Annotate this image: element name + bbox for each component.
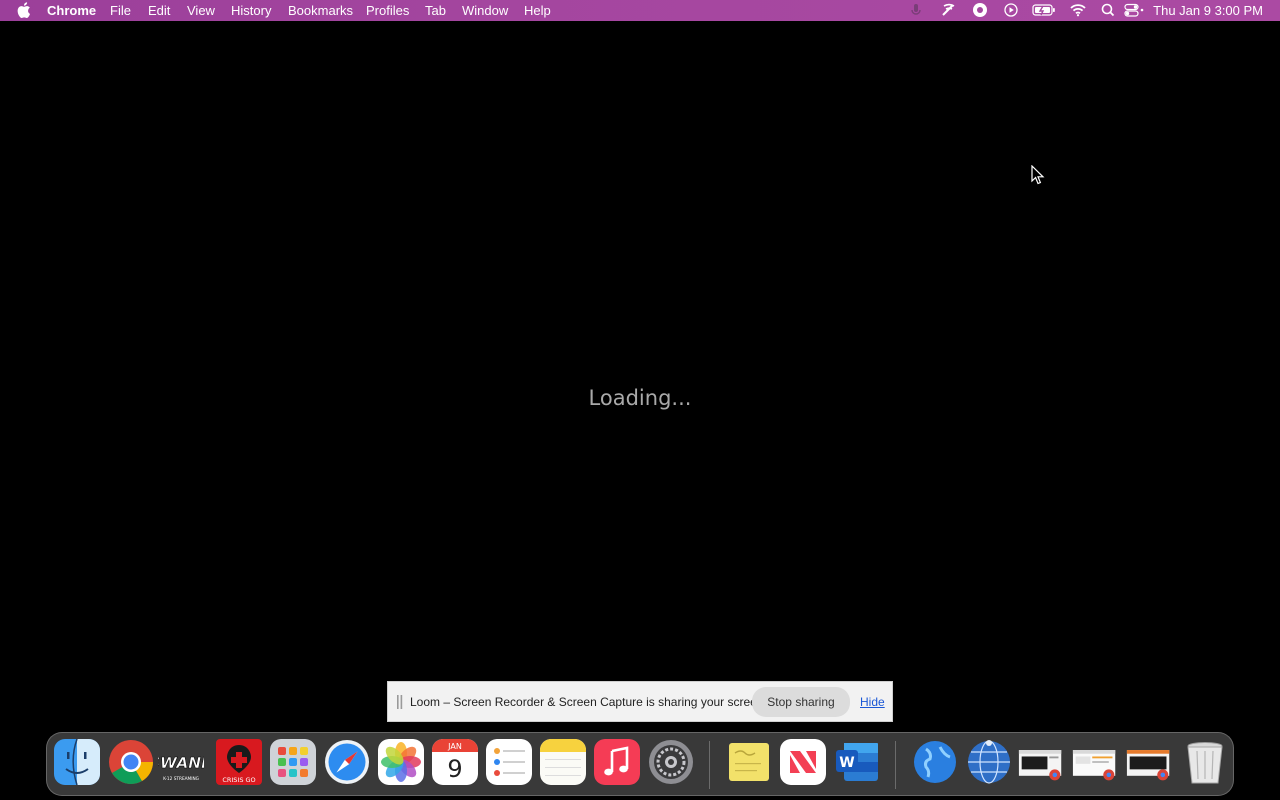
calendar-day: 9 bbox=[447, 755, 462, 783]
swank-app-icon[interactable]: SWANK K-12 STREAMING bbox=[158, 739, 212, 785]
loom-sharing-banner: Loom – Screen Recorder & Screen Capture … bbox=[387, 681, 893, 722]
chrome-icon[interactable] bbox=[108, 739, 154, 785]
microphone-icon[interactable] bbox=[907, 2, 925, 18]
drag-handle-icon[interactable] bbox=[397, 695, 403, 709]
dock: SWANK K-12 STREAMING CRISIS GO bbox=[46, 732, 1234, 796]
trash-icon[interactable] bbox=[1182, 739, 1228, 785]
stop-sharing-button[interactable]: Stop sharing bbox=[752, 687, 850, 717]
mouse-cursor-icon bbox=[1031, 165, 1045, 185]
calendar-month: JAN bbox=[447, 742, 462, 751]
menu-tab[interactable]: Tab bbox=[425, 3, 446, 18]
menu-file[interactable]: File bbox=[110, 3, 131, 18]
system-settings-icon[interactable] bbox=[648, 739, 694, 785]
search-icon[interactable] bbox=[1099, 2, 1117, 18]
play-icon[interactable] bbox=[1002, 2, 1020, 18]
launchpad-icon[interactable] bbox=[270, 739, 316, 785]
menu-bar: Chrome File Edit View History Bookmarks … bbox=[0, 0, 1280, 21]
globe-icon[interactable] bbox=[912, 739, 958, 785]
microsoft-word-icon[interactable]: W bbox=[834, 739, 880, 785]
reminders-icon[interactable] bbox=[486, 739, 532, 785]
crisisgo-logo-text: CRISIS GO bbox=[222, 776, 255, 784]
menu-view[interactable]: View bbox=[187, 3, 215, 18]
menu-app-chrome[interactable]: Chrome bbox=[47, 3, 96, 18]
finder-icon[interactable] bbox=[54, 739, 100, 785]
safari-icon[interactable] bbox=[324, 739, 370, 785]
stickies-icon[interactable] bbox=[726, 739, 772, 785]
word-letter: W bbox=[839, 755, 854, 771]
loading-text: Loading... bbox=[588, 386, 692, 410]
chrome-window-thumbnail[interactable] bbox=[1072, 739, 1122, 785]
menu-bookmarks[interactable]: Bookmarks bbox=[288, 3, 353, 18]
crisisgo-icon[interactable]: CRISIS GO bbox=[216, 739, 262, 785]
battery-icon[interactable] bbox=[1032, 2, 1056, 18]
dock-separator bbox=[895, 741, 896, 789]
menu-clock[interactable]: Thu Jan 9 3:00 PM bbox=[1153, 3, 1263, 18]
hide-link[interactable]: Hide bbox=[860, 695, 885, 709]
apple-icon[interactable] bbox=[16, 2, 31, 18]
news-icon[interactable] bbox=[780, 739, 826, 785]
menu-window[interactable]: Window bbox=[462, 3, 508, 18]
chrome-window-thumbnail[interactable] bbox=[1018, 739, 1068, 785]
menu-edit[interactable]: Edit bbox=[148, 3, 170, 18]
sharing-message: Loom – Screen Recorder & Screen Capture … bbox=[410, 695, 767, 709]
menu-history[interactable]: History bbox=[231, 3, 271, 18]
menu-help[interactable]: Help bbox=[524, 3, 551, 18]
swank-logo-text: SWANK bbox=[158, 754, 204, 772]
broadcast-icon[interactable] bbox=[940, 2, 958, 18]
calendar-icon[interactable]: JAN 9 bbox=[432, 739, 478, 785]
location-icon[interactable] bbox=[971, 2, 989, 18]
dock-separator bbox=[709, 741, 710, 789]
swank-logo-subtext: K-12 STREAMING bbox=[163, 776, 199, 782]
notes-icon[interactable] bbox=[540, 739, 586, 785]
wifi-icon[interactable] bbox=[1069, 2, 1087, 18]
control-center-icon[interactable] bbox=[1124, 2, 1146, 18]
chrome-window-thumbnail[interactable] bbox=[1126, 739, 1176, 785]
music-icon[interactable] bbox=[594, 739, 640, 785]
photos-icon[interactable] bbox=[378, 739, 424, 785]
menu-profiles[interactable]: Profiles bbox=[366, 3, 409, 18]
network-globe-icon[interactable] bbox=[966, 739, 1012, 785]
